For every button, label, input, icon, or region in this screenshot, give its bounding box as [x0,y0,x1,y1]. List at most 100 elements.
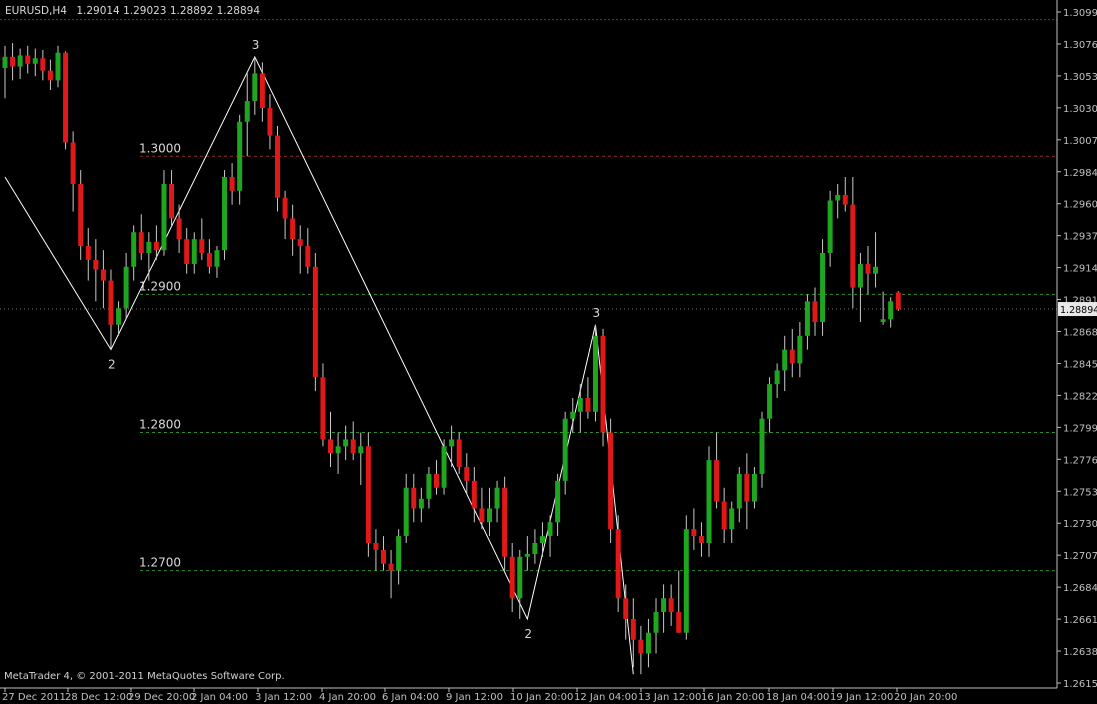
price-tick-label: 1.30535 [1063,72,1097,83]
candle [789,328,795,378]
bull-candle-body [873,266,879,274]
bear-candle-body [676,612,682,633]
candle [767,377,773,433]
candle [562,411,568,495]
candle [25,45,31,74]
bear-candle-body [471,480,477,509]
bull-candle-body [653,612,659,633]
candle [343,425,349,461]
bear-candle-body [433,473,439,488]
bear-candle-body [789,349,795,364]
price-tick-label: 1.28455 [1063,359,1097,370]
bear-candle-body [895,292,901,310]
bull-candle-body [396,536,402,571]
candle [184,228,190,274]
bear-candle-body [373,542,379,550]
candle [502,476,508,571]
candle [691,508,697,550]
candle [146,232,152,281]
bull-candle-body [782,349,788,371]
candle [131,225,137,281]
time-tick-label: 12 Jan 04:00 [574,692,637,703]
bull-candle-body [888,301,894,320]
price-tick-label: 1.27070 [1063,551,1097,562]
price-tick-label: 1.29605 [1063,200,1097,211]
bull-candle-body [547,522,553,537]
candle [547,515,553,557]
pattern-point-label: 2 [108,358,116,372]
bear-candle-body [502,487,508,557]
axes: 1.30990 1.30760 1.30535 1.30300 1.30070 1.298… [0,0,1097,703]
candle [706,446,712,557]
bull-candle-body [524,554,530,557]
bull-candle-body [729,508,735,530]
candle [820,239,826,336]
candle [381,536,386,571]
time-tick-label: 10 Jan 20:00 [510,692,573,703]
candle [403,473,409,543]
bull-candle-body [426,473,432,499]
bull-candle-body [244,101,250,122]
bull-candle-body [827,200,833,253]
bear-candle-body [206,252,212,267]
candle [661,584,667,633]
bear-candle-body [229,177,235,191]
candle [17,48,23,79]
time-tick-label: 2 Jan 04:00 [191,692,248,703]
candle [721,487,727,543]
candle [365,432,371,557]
ohlc-values: 1.29014 1.29023 1.28892 1.28894 [76,5,260,17]
bull-candle-body [592,335,598,412]
candle [297,225,303,274]
candle [577,384,583,433]
bear-candle-body [842,194,848,205]
candle [358,432,364,485]
bear-candle-body [638,639,644,654]
level-label: 1.2900 [139,279,181,293]
candle [865,246,871,295]
bull-candle-body [736,473,742,509]
candle [373,529,379,571]
bull-candle-body [539,536,545,543]
bull-candle-body [222,177,228,251]
candle [600,328,606,447]
bull-candle-body [146,241,152,253]
candle [55,45,61,88]
bull-candle-body [32,58,38,64]
price-chart[interactable]: 1.30001.29001.28001.2700 2323 1.309901.3… [0,0,1097,704]
candle [645,618,651,668]
bear-candle-body [282,197,288,219]
bull-candle-body [645,632,651,654]
bull-candle-body [123,266,129,309]
bull-candle-body [555,480,561,523]
chart-header: EURUSD,H4 1.29014 1.29023 1.28892 1.2889… [5,5,260,17]
candle [350,421,356,461]
price-tick-label: 1.30760 [1063,40,1097,51]
price-tick-label: 1.30300 [1063,104,1097,115]
bull-candle-body [252,73,258,102]
candle [328,411,334,468]
candle [214,246,220,278]
bear-candle-body [10,56,16,67]
bear-candle-body [153,241,159,251]
candle [676,570,682,633]
bull-candle-body [55,52,61,81]
bear-candle-body [668,598,674,613]
candle [441,439,447,495]
price-tick-label: 1.29375 [1063,232,1097,243]
candle [585,377,591,419]
candle [433,460,439,495]
bear-candle-body [259,73,265,108]
candle [509,542,515,613]
bull-candle-body [403,487,409,537]
bear-candle-body [691,529,697,537]
candle [259,62,265,122]
candle [842,177,848,212]
candle [668,584,674,626]
candle [592,324,598,422]
bear-candle-body [350,439,356,454]
candle [850,177,856,309]
bear-candle-body [267,107,273,136]
candle [78,170,84,260]
candle [888,297,894,328]
